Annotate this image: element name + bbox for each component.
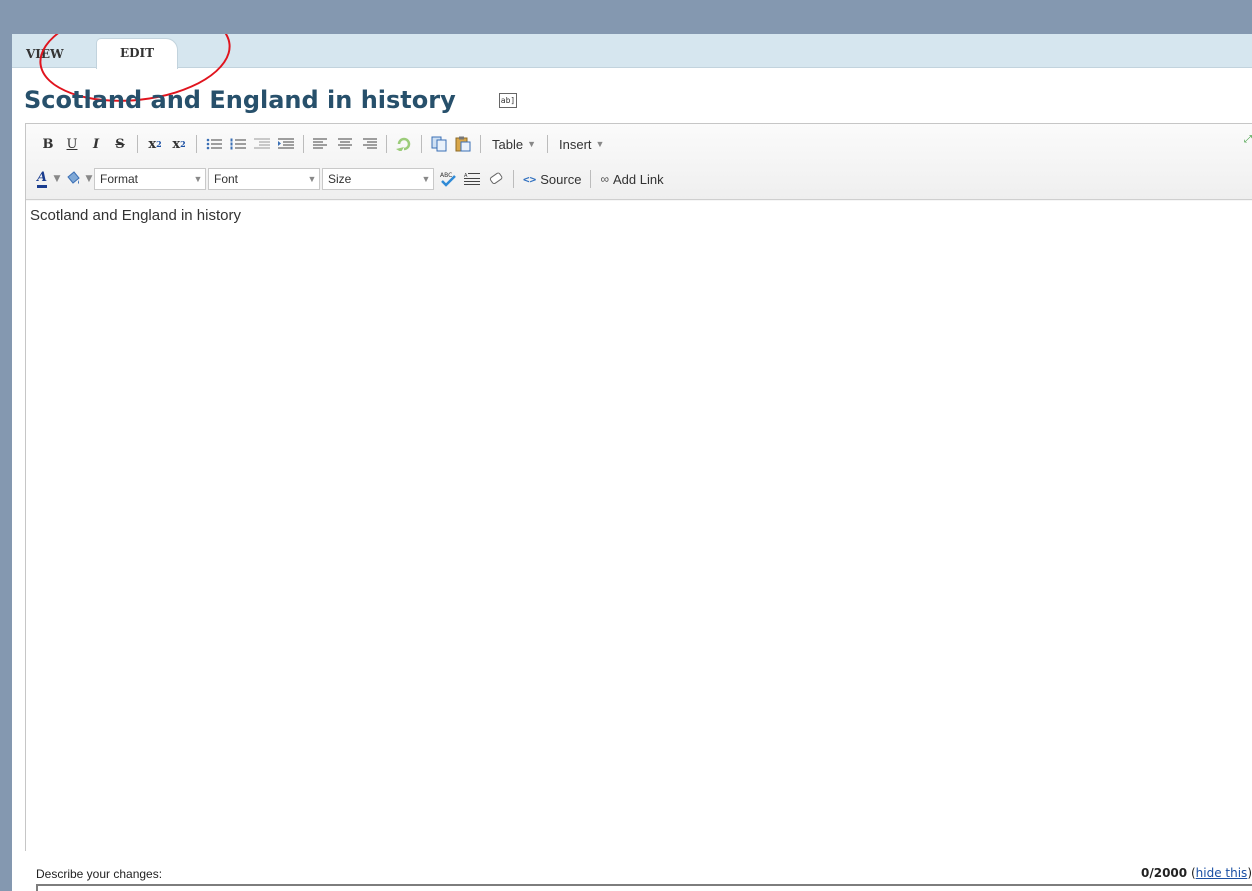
background-color-button[interactable] xyxy=(62,167,84,191)
undo-icon xyxy=(396,137,411,151)
svg-text:ABC: ABC xyxy=(440,172,452,179)
numbered-list-icon xyxy=(230,138,246,150)
outdent-button[interactable] xyxy=(250,132,274,156)
hide-this-link[interactable]: hide this xyxy=(1196,866,1248,880)
chevron-down-icon[interactable]: ▼ xyxy=(52,167,62,191)
font-select[interactable]: Font ▼ xyxy=(208,168,320,190)
page-title: Scotland and England in history xyxy=(24,86,456,114)
toolbar-separator xyxy=(303,135,304,153)
add-link-button[interactable]: ∞ Add Link xyxy=(596,167,667,191)
counter-value: 0/2000 xyxy=(1141,866,1188,880)
font-select-label: Font xyxy=(214,172,239,186)
character-counter: 0/2000 (hide this) xyxy=(1141,866,1252,880)
text-color-icon: A xyxy=(36,170,48,188)
insert-menu-label: Insert xyxy=(559,136,592,152)
source-label: Source xyxy=(540,171,582,187)
editor-toolbar: B U I S x2 x2 Table ▼ Insert ▼ ⤢ A ▼ ▼ F… xyxy=(26,124,1252,200)
chevron-down-icon[interactable]: ▼ xyxy=(84,167,94,191)
align-center-button[interactable] xyxy=(333,132,357,156)
spellcheck-icon: ABC xyxy=(440,172,456,187)
align-left-icon xyxy=(313,138,327,149)
chevron-down-icon: ▼ xyxy=(595,139,605,149)
toolbar-separator xyxy=(480,135,481,153)
paint-bucket-icon xyxy=(67,171,80,184)
code-icon: <> xyxy=(523,172,537,186)
toolbar-separator xyxy=(513,170,514,188)
superscript-button[interactable]: x2 xyxy=(167,132,191,156)
toolbar-row-1: B U I S x2 x2 Table ▼ Insert ▼ xyxy=(26,131,610,157)
subscript-button[interactable]: x2 xyxy=(143,132,167,156)
format-select[interactable]: Format ▼ xyxy=(94,168,206,190)
toolbar-separator xyxy=(421,135,422,153)
strikethrough-button[interactable]: S xyxy=(108,132,132,156)
describe-changes-input[interactable] xyxy=(36,884,1252,891)
format-select-label: Format xyxy=(100,172,139,186)
chevron-down-icon: ▼ xyxy=(421,174,431,184)
superscript-label: x xyxy=(172,136,181,152)
chevron-down-icon: ▼ xyxy=(193,174,203,184)
line-height-icon: A xyxy=(464,173,480,185)
editor-text: Scotland and England in history xyxy=(30,207,241,224)
chevron-down-icon: ▼ xyxy=(307,174,317,184)
chevron-down-icon: ▼ xyxy=(527,139,536,149)
editor-content-area[interactable]: Scotland and England in history xyxy=(26,201,1252,851)
underline-button[interactable]: U xyxy=(60,132,84,156)
describe-changes-label: Describe your changes: xyxy=(36,867,163,881)
size-select-label: Size xyxy=(328,172,352,186)
toolbar-separator xyxy=(196,135,197,153)
add-link-label: Add Link xyxy=(613,171,664,187)
size-select[interactable]: Size ▼ xyxy=(322,168,434,190)
insert-menu-button[interactable]: Insert ▼ xyxy=(553,132,610,156)
remove-format-button[interactable] xyxy=(484,167,508,191)
editor-panel: VIEW EDIT Scotland and England in histor… xyxy=(12,34,1252,891)
table-menu-label: Table xyxy=(492,136,524,152)
paste-button[interactable] xyxy=(451,132,475,156)
align-right-icon xyxy=(363,138,377,149)
align-left-button[interactable] xyxy=(309,132,333,156)
counter-paren-close: ) xyxy=(1247,866,1252,880)
tab-edit[interactable]: EDIT xyxy=(96,38,178,69)
italic-button[interactable]: I xyxy=(84,132,108,156)
table-menu-button[interactable]: Table ▼ xyxy=(486,132,542,156)
text-color-button[interactable]: A xyxy=(32,167,52,191)
paste-icon xyxy=(455,136,471,152)
toolbar-separator xyxy=(547,135,548,153)
subscript-label: x xyxy=(148,136,157,152)
tab-bar: VIEW EDIT xyxy=(12,34,1252,111)
toolbar-separator xyxy=(590,170,592,188)
eraser-icon xyxy=(489,172,503,185)
rich-text-editor: B U I S x2 x2 Table ▼ Insert ▼ ⤢ A ▼ ▼ F… xyxy=(25,123,1252,851)
rename-title-icon[interactable]: ab] xyxy=(499,93,517,108)
undo-button[interactable] xyxy=(392,132,416,156)
maximize-icon[interactable]: ⤢ xyxy=(1244,134,1252,146)
bulleted-list-button[interactable] xyxy=(202,132,226,156)
toolbar-separator xyxy=(386,135,387,153)
toolbar-row-2: A ▼ ▼ Format ▼ Font ▼ Size ▼ ABC A <> So… xyxy=(26,166,668,192)
copy-icon xyxy=(431,136,447,152)
bold-button[interactable]: B xyxy=(36,132,60,156)
link-icon: ∞ xyxy=(600,172,610,186)
copy-button[interactable] xyxy=(427,132,451,156)
indent-button[interactable] xyxy=(274,132,298,156)
tab-view[interactable]: VIEW xyxy=(26,47,64,61)
spellcheck-button[interactable]: ABC xyxy=(436,167,460,191)
source-button[interactable]: <> Source xyxy=(519,167,585,191)
align-right-button[interactable] xyxy=(357,132,381,156)
line-height-button[interactable]: A xyxy=(460,167,484,191)
toolbar-separator xyxy=(137,135,138,153)
indent-icon xyxy=(278,138,294,149)
align-center-icon xyxy=(338,138,352,149)
outdent-icon xyxy=(254,138,270,149)
numbered-list-button[interactable] xyxy=(226,132,250,156)
bulleted-list-icon xyxy=(206,138,222,150)
